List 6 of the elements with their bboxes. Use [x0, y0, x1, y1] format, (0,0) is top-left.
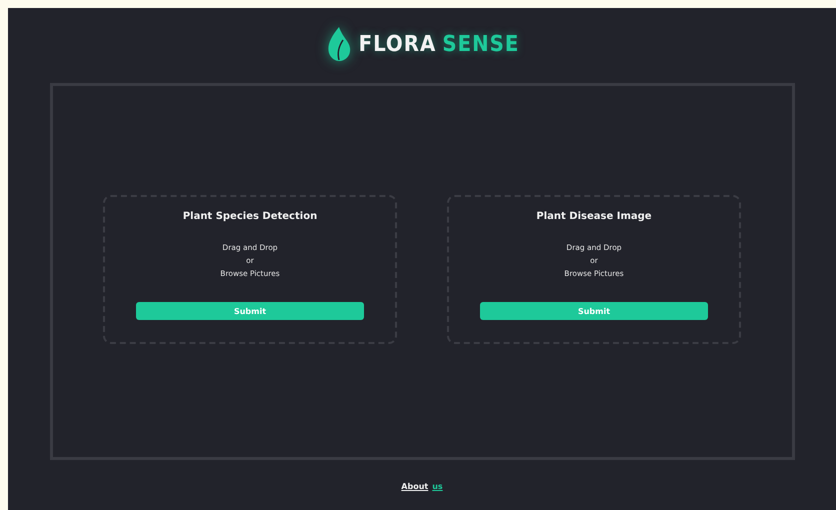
about-link[interactable]: About: [401, 482, 428, 491]
brand-name-accent: SENSE: [442, 32, 520, 56]
us-link[interactable]: us: [432, 482, 443, 491]
brand-name: FLORA: [358, 32, 436, 56]
card-title: Plant Species Detection: [182, 211, 318, 222]
card-title: Plant Disease Image: [536, 211, 652, 222]
